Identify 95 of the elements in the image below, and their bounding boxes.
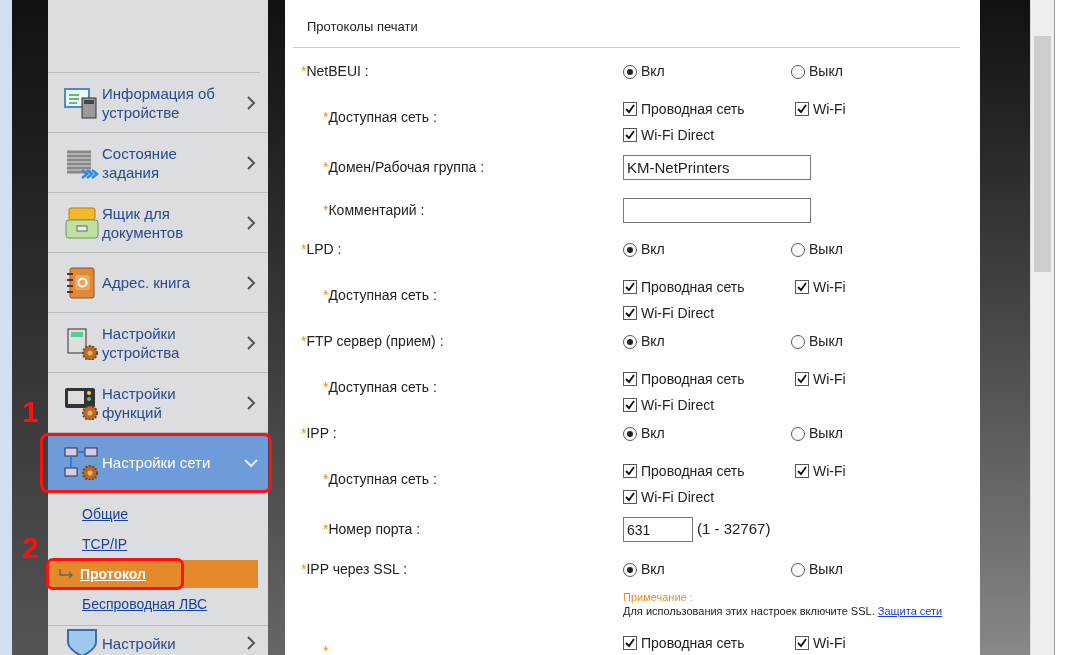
submenu-link[interactable]: Беспроводная ЛВС: [48, 590, 258, 618]
sidebar-item[interactable]: Состояние задания: [48, 133, 268, 193]
document-box-icon: [64, 205, 100, 240]
checkbox-label: Wi-Fi Direct: [641, 487, 715, 507]
checkbox[interactable]: [623, 398, 637, 412]
radio-button[interactable]: [791, 562, 805, 577]
checkbox[interactable]: [623, 372, 637, 386]
checkbox[interactable]: [623, 306, 637, 320]
checkbox-label: Проводная сеть: [641, 369, 745, 389]
note-text: Для использования этих настроек включите SSL. Защита сети: [623, 603, 944, 618]
checkbox[interactable]: [795, 372, 809, 386]
sidebar-item[interactable]: Адрес. книга: [48, 253, 268, 313]
radio-button[interactable]: [791, 242, 805, 257]
radio-label: Выкл: [809, 62, 843, 81]
radio-button[interactable]: [623, 562, 637, 577]
checkbox-label: Wi-Fi Direct: [641, 395, 715, 415]
panel-gear-icon: [64, 385, 100, 420]
scrollbar[interactable]: [1030, 0, 1054, 655]
sidebar-item[interactable]: Настройки функций: [48, 373, 268, 433]
radio-label: Выкл: [809, 332, 843, 351]
radio-label: Вкл: [641, 62, 665, 81]
sidebar-item[interactable]: Информация об устройстве: [48, 73, 268, 133]
field-label: *IPP через SSL :: [301, 560, 408, 579]
checkbox-label: Wi-Fi Direct: [641, 125, 715, 145]
field-label: *Доступная сеть :: [323, 378, 437, 397]
field-label: *FTP сервер (прием) :: [301, 332, 444, 351]
checkbox[interactable]: [795, 280, 809, 294]
checkbox-label: Wi-Fi: [813, 99, 846, 119]
printer-gear-icon: [64, 325, 100, 360]
radio-button[interactable]: [791, 334, 805, 349]
chevron-right-icon: [244, 94, 258, 111]
field-label: *Доступная сеть :: [323, 286, 437, 305]
radio-button[interactable]: [791, 64, 805, 79]
radio-button[interactable]: [623, 242, 637, 257]
port-range: (1 - 32767): [697, 519, 771, 540]
checkbox[interactable]: [623, 636, 637, 650]
checkbox[interactable]: [623, 102, 637, 116]
chevron-right-icon: [244, 635, 258, 651]
radio-label: Вкл: [641, 240, 665, 259]
sidebar-item[interactable]: Ящик для документов: [48, 193, 268, 253]
sidebar-item[interactable]: Настройки устройства: [48, 313, 268, 373]
checkbox[interactable]: [623, 128, 637, 142]
submenu-link[interactable]: TCP/IP: [48, 530, 258, 558]
radio-label: Вкл: [641, 332, 665, 351]
chevron-right-icon: [244, 394, 258, 411]
checkbox[interactable]: [623, 490, 637, 504]
radio-label: Выкл: [809, 560, 843, 579]
field-label: *Доступная сеть :: [323, 470, 437, 489]
field-label: *Номер порта :: [323, 520, 421, 539]
checkbox[interactable]: [795, 102, 809, 116]
port-field[interactable]: 631: [623, 517, 693, 542]
chevron-right-icon: [244, 154, 258, 171]
text-field[interactable]: [623, 197, 811, 223]
radio-label: Вкл: [641, 560, 665, 579]
checkbox-label: Проводная сеть: [641, 633, 745, 653]
checkbox-label: Проводная сеть: [641, 461, 745, 481]
checkbox[interactable]: [795, 636, 809, 650]
checkbox-label: Wi-Fi: [813, 633, 846, 653]
field-label: *Доступная сеть :: [323, 108, 437, 127]
checkbox[interactable]: [623, 464, 637, 478]
section-title: Протоколы печати: [293, 0, 960, 48]
network-gear-icon: [64, 445, 100, 480]
field-label: *Комментарий :: [323, 200, 425, 220]
checkbox-label: Wi-Fi: [813, 277, 846, 297]
checkbox-label: Wi-Fi: [813, 461, 846, 481]
device-info-icon: [64, 85, 100, 120]
shield-icon: [64, 626, 100, 655]
radio-button[interactable]: [623, 334, 637, 349]
radio-button[interactable]: [623, 426, 637, 441]
step-number: 2: [22, 531, 39, 565]
radio-label: Вкл: [641, 424, 665, 443]
security-link[interactable]: Защита сети: [877, 604, 943, 617]
note-title: Примечание :: [623, 589, 694, 604]
sidebar-item[interactable]: Настройки: [48, 626, 268, 655]
checkbox[interactable]: [623, 280, 637, 294]
radio-button[interactable]: [623, 64, 637, 79]
field-label: *LPD :: [301, 240, 342, 259]
checkbox[interactable]: [795, 464, 809, 478]
checkbox-label: Проводная сеть: [641, 99, 745, 119]
field-label: *IPP :: [301, 424, 337, 443]
required-mark: *: [323, 642, 329, 655]
field-label: *Домен/Рабочая группа :: [323, 157, 485, 177]
chevron-right-icon: [244, 274, 258, 291]
chevron-right-icon: [244, 214, 258, 231]
radio-label: Выкл: [809, 240, 843, 259]
field-label: *NetBEUI :: [301, 62, 369, 81]
checkbox-label: Проводная сеть: [641, 277, 745, 297]
step-number: 1: [22, 395, 39, 429]
submenu-link[interactable]: Общие: [48, 500, 258, 528]
text-field[interactable]: KM-NetPrinters: [623, 154, 811, 180]
radio-label: Выкл: [809, 424, 843, 443]
checkbox-label: Wi-Fi Direct: [641, 303, 715, 323]
chevron-right-icon: [244, 334, 258, 351]
checkbox-label: Wi-Fi: [813, 369, 846, 389]
radio-button[interactable]: [791, 426, 805, 441]
